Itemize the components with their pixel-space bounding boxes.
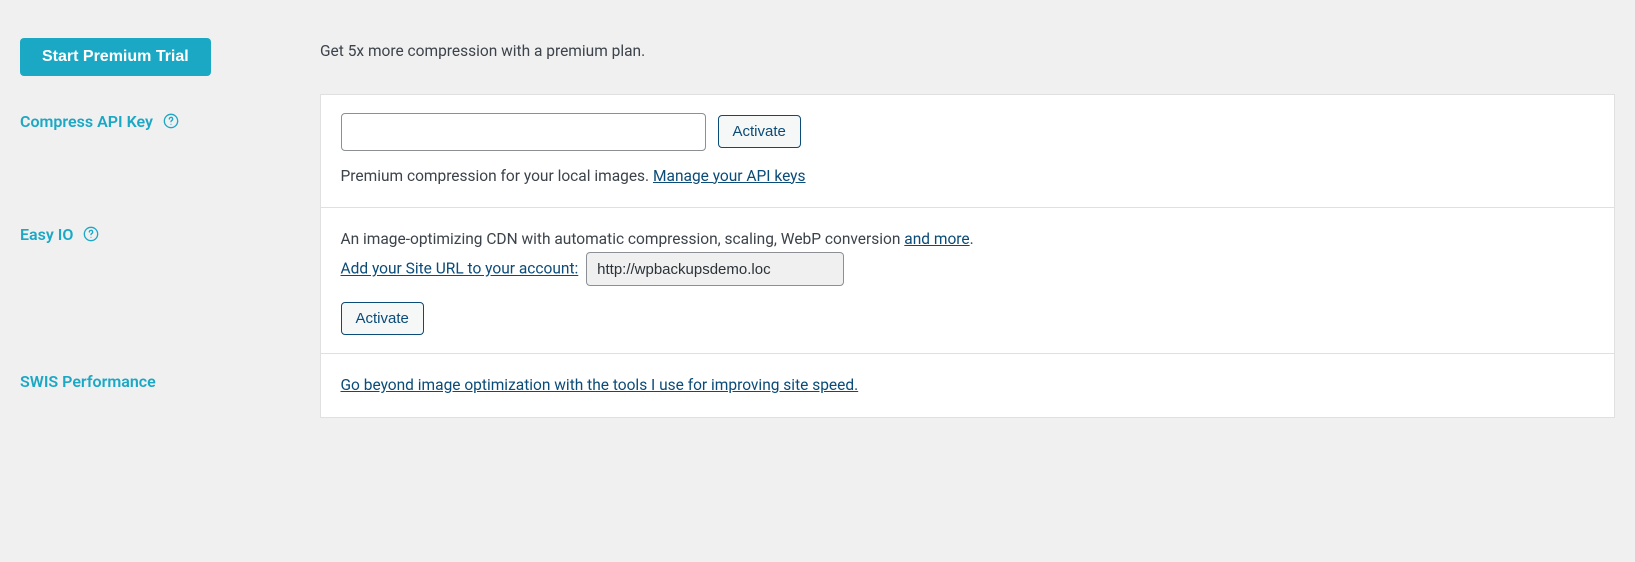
swis-performance-label-cell: SWIS Performance bbox=[20, 354, 320, 417]
help-icon[interactable] bbox=[163, 113, 179, 131]
compress-api-key-label-cell: Compress API Key bbox=[20, 94, 320, 207]
easy-io-label: Easy IO bbox=[20, 225, 73, 244]
swis-performance-link[interactable]: Go beyond image optimization with the to… bbox=[341, 376, 859, 394]
swis-performance-label: SWIS Performance bbox=[20, 372, 156, 391]
premium-trial-description: Get 5x more compression with a premium p… bbox=[320, 20, 1615, 94]
easy-io-label-cell: Easy IO bbox=[20, 207, 320, 353]
swis-performance-content: Go beyond image optimization with the to… bbox=[320, 354, 1615, 417]
api-key-input[interactable] bbox=[341, 113, 706, 151]
add-site-url-link[interactable]: Add your Site URL to your account: bbox=[341, 260, 579, 278]
settings-table: Start Premium Trial Get 5x more compress… bbox=[20, 20, 1615, 418]
start-premium-trial-button[interactable]: Start Premium Trial bbox=[20, 38, 211, 76]
compress-api-description: Premium compression for your local image… bbox=[341, 167, 653, 185]
help-icon[interactable] bbox=[83, 226, 99, 244]
manage-api-keys-link[interactable]: Manage your API keys bbox=[653, 167, 806, 185]
and-more-link[interactable]: and more bbox=[904, 230, 969, 248]
easy-io-description-prefix: An image-optimizing CDN with automatic c… bbox=[341, 230, 905, 248]
activate-easy-io-button[interactable]: Activate bbox=[341, 302, 424, 335]
compress-api-key-label: Compress API Key bbox=[20, 112, 153, 131]
compress-api-key-content: Activate Premium compression for your lo… bbox=[320, 94, 1615, 207]
easy-io-description-suffix: . bbox=[970, 230, 974, 248]
premium-trial-text: Get 5x more compression with a premium p… bbox=[320, 42, 645, 60]
easy-io-content: An image-optimizing CDN with automatic c… bbox=[320, 207, 1615, 353]
activate-api-key-button[interactable]: Activate bbox=[718, 115, 801, 148]
premium-trial-label-cell: Start Premium Trial bbox=[20, 20, 320, 94]
site-url-input[interactable] bbox=[586, 252, 844, 286]
